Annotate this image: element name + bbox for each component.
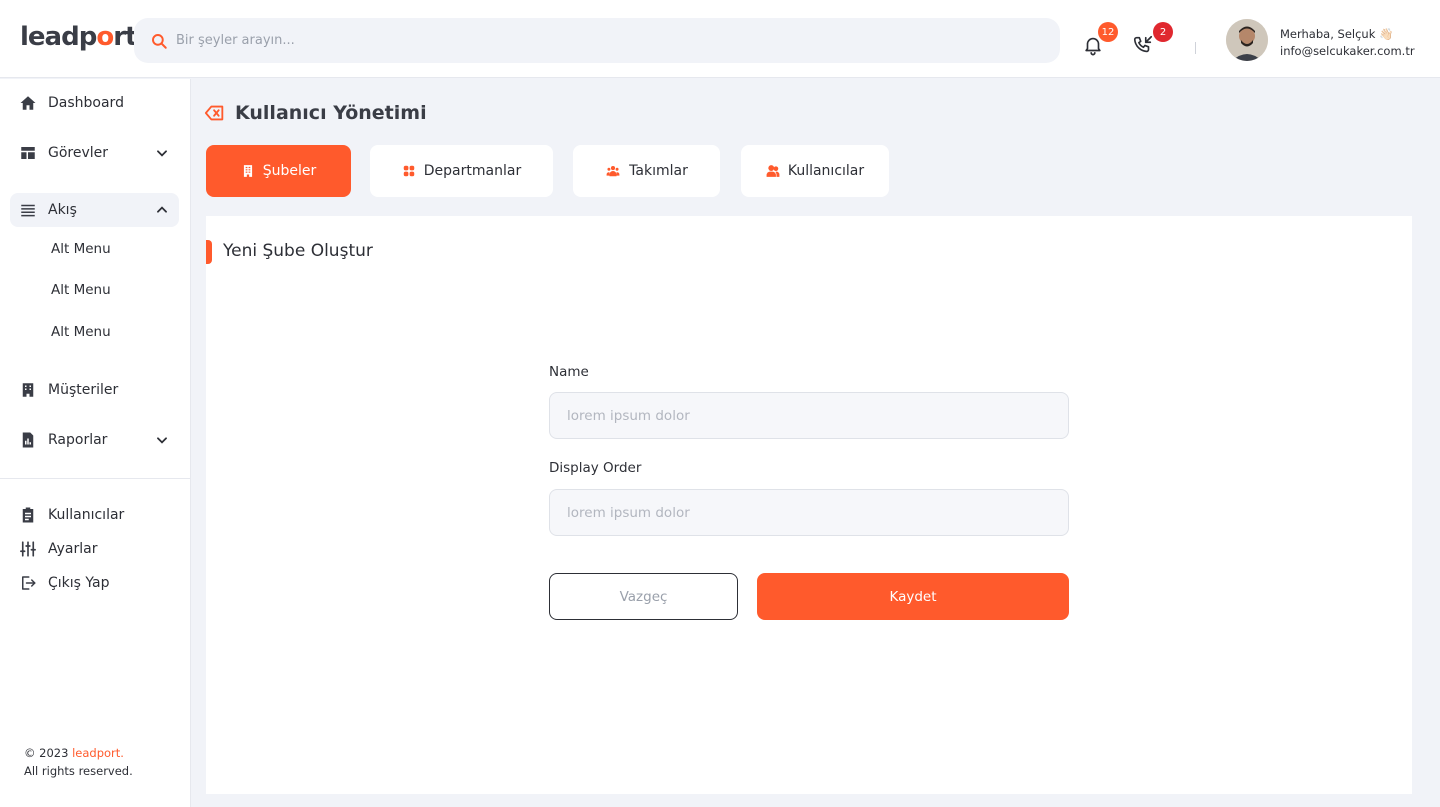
sidebar-item-label: Görevler [48, 145, 109, 161]
sidebar-item-kullanicilar[interactable]: Kullanıcılar [10, 498, 179, 532]
sidebar-item-label: Raporlar [48, 432, 108, 448]
tab-label: Kullanıcılar [787, 163, 865, 179]
tab-label: Departmanlar [423, 163, 522, 179]
sidebar-item-label: Dashboard [48, 95, 124, 111]
logout-icon [19, 574, 37, 592]
display-order-input[interactable] [549, 489, 1069, 536]
tab-takimlar[interactable]: Takımlar [573, 145, 720, 197]
sidebar-subitem[interactable]: Alt Menu [51, 324, 111, 340]
avatar[interactable] [1226, 19, 1268, 61]
header-divider [1195, 42, 1196, 54]
grid-icon [402, 164, 416, 178]
rights-text: All rights reserved. [24, 764, 133, 778]
page-title: Kullanıcı Yönetimi [235, 102, 427, 124]
sidebar-item-musteriler[interactable]: Müşteriler [10, 373, 179, 407]
notification-count-badge: 12 [1098, 22, 1118, 42]
search-icon [152, 33, 167, 49]
chevron-down-icon [157, 150, 167, 157]
sliders-icon [19, 540, 37, 558]
sidebar-subitem[interactable]: Alt Menu [51, 241, 111, 257]
sidebar-item-ayarlar[interactable]: Ayarlar [10, 532, 179, 566]
copyright-text: © 2023 leadport. [24, 746, 124, 760]
tab-subeler[interactable]: Şubeler [206, 145, 351, 197]
building-icon [241, 164, 255, 178]
clipboard-icon [19, 506, 37, 524]
sidebar-item-dashboard[interactable]: Dashboard [10, 86, 179, 120]
form-title: Yeni Şube Oluştur [223, 241, 373, 261]
save-button[interactable]: Kaydet [757, 573, 1069, 620]
sidebar-divider [0, 478, 190, 479]
user-email: info@selcukaker.com.tr [1280, 44, 1415, 58]
team-icon [605, 164, 621, 178]
top-header: leadport 12 2 Merhaba, Selçuk 👋🏻 info@se… [0, 0, 1440, 78]
page-heading: Kullanıcı Yönetimi [204, 102, 427, 124]
building-icon [19, 381, 37, 399]
name-input[interactable] [549, 392, 1069, 439]
sidebar-item-akis[interactable]: Akış [10, 193, 179, 227]
sidebar-item-raporlar[interactable]: Raporlar [10, 423, 179, 457]
user-greeting: Merhaba, Selçuk 👋🏻 [1280, 27, 1394, 41]
footer-brand-link[interactable]: leadport. [72, 746, 124, 760]
sidebar-item-label: Ayarlar [48, 541, 98, 557]
cancel-button[interactable]: Vazgeç [549, 573, 738, 620]
chevron-down-icon [157, 437, 167, 444]
sidebar: Dashboard Görevler Akış Alt Menu Alt Men… [0, 79, 191, 807]
sidebar-subitem[interactable]: Alt Menu [51, 282, 111, 298]
home-icon [19, 94, 37, 112]
search-bar[interactable] [134, 18, 1060, 63]
backspace-icon[interactable] [204, 102, 226, 124]
call-count-badge: 2 [1153, 22, 1173, 42]
form-card: Yeni Şube Oluştur Name Display Order Vaz… [206, 216, 1412, 794]
users-icon [766, 164, 780, 178]
layout-icon [19, 144, 37, 162]
sidebar-item-label: Kullanıcılar [48, 507, 125, 523]
sidebar-item-gorevler[interactable]: Görevler [10, 136, 179, 170]
sidebar-item-label: Müşteriler [48, 382, 119, 398]
list-icon [19, 201, 37, 219]
name-label: Name [549, 364, 589, 380]
sidebar-item-label: Çıkış Yap [48, 575, 110, 591]
tab-label: Takımlar [629, 163, 688, 179]
chevron-up-icon [157, 206, 167, 213]
tab-kullanicilar[interactable]: Kullanıcılar [741, 145, 889, 197]
app-logo[interactable]: leadport [20, 22, 137, 52]
card-accent-bar [206, 240, 212, 264]
tab-label: Şubeler [262, 163, 317, 179]
sidebar-item-label: Akış [48, 202, 77, 218]
sidebar-item-cikis[interactable]: Çıkış Yap [10, 566, 179, 600]
tab-departmanlar[interactable]: Departmanlar [370, 145, 553, 197]
report-icon [19, 431, 37, 449]
search-input[interactable] [176, 33, 1036, 48]
display-order-label: Display Order [549, 460, 642, 476]
phone-incoming-icon[interactable] [1132, 34, 1154, 56]
